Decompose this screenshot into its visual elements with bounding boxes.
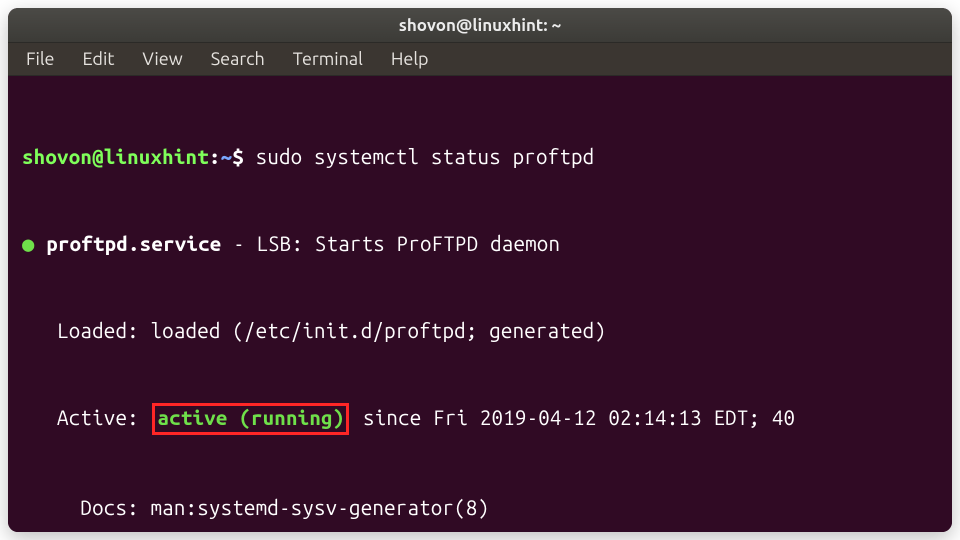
service-dash: - [221, 232, 256, 255]
prompt-sep: : [209, 145, 221, 168]
menu-file[interactable]: File [8, 45, 69, 73]
service-description: LSB: Starts ProFTPD daemon [256, 232, 560, 255]
status-dot-icon: ● [22, 232, 35, 255]
prompt-line-1: shovon@linuxhint:~$ sudo systemctl statu… [22, 142, 938, 171]
menubar: File Edit View Search Terminal Help [8, 43, 952, 76]
command-text: sudo systemctl status proftpd [256, 145, 595, 168]
active-rest: since Fri 2019-04-12 02:14:13 EDT; 40 [351, 406, 795, 429]
active-key: Active: [22, 406, 150, 429]
active-line: Active: active (running) since Fri 2019-… [22, 403, 938, 435]
prompt-userhost: shovon@linuxhint [22, 145, 209, 168]
active-state: active (running) [157, 406, 344, 429]
terminal-body[interactable]: shovon@linuxhint:~$ sudo systemctl statu… [8, 76, 952, 532]
loaded-value: loaded (/etc/init.d/proftpd; generated) [150, 319, 606, 342]
menu-terminal[interactable]: Terminal [279, 45, 377, 73]
menu-search[interactable]: Search [197, 45, 279, 73]
docs-line: Docs: man:systemd-sysv-generator(8) [22, 493, 938, 522]
service-name: proftpd.service [46, 232, 221, 255]
active-highlight-box: active (running) [152, 403, 349, 435]
status-header-line: ● proftpd.service - LSB: Starts ProFTPD … [22, 229, 938, 258]
loaded-key: Loaded: [22, 319, 150, 342]
loaded-line: Loaded: loaded (/etc/init.d/proftpd; gen… [22, 316, 938, 345]
prompt-dollar: $ [232, 145, 244, 168]
menu-help[interactable]: Help [377, 45, 443, 73]
docs-key: Docs: [22, 496, 150, 519]
prompt-path: ~ [221, 145, 233, 168]
menu-edit[interactable]: Edit [69, 45, 129, 73]
titlebar: shovon@linuxhint: ~ [8, 8, 952, 43]
docs-value: man:systemd-sysv-generator(8) [150, 496, 489, 519]
menu-view[interactable]: View [128, 45, 196, 73]
window-title: shovon@linuxhint: ~ [399, 16, 561, 35]
terminal-window: shovon@linuxhint: ~ File Edit View Searc… [8, 8, 952, 532]
typed-command [244, 145, 256, 168]
